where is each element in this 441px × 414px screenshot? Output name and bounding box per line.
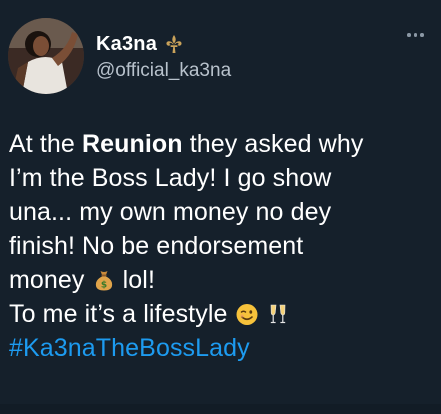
tweet-line-1: At the Reunion they asked why bbox=[9, 130, 364, 158]
tweet-card: Ka3na @official_ka3na At the Reunion the… bbox=[0, 0, 441, 414]
hashtag-link[interactable]: #Ka3naTheBossLady bbox=[9, 331, 434, 365]
svg-text:$: $ bbox=[100, 281, 106, 291]
name-row: Ka3na bbox=[96, 32, 184, 56]
tweet-line-2: I’m the Boss Lady! I go show bbox=[9, 164, 332, 192]
avatar-photo bbox=[8, 18, 84, 94]
money-bag-emoji: $ bbox=[92, 267, 116, 291]
divider bbox=[0, 404, 441, 414]
clinking-glasses-emoji bbox=[266, 301, 290, 325]
display-name[interactable]: Ka3na bbox=[96, 32, 157, 56]
avatar[interactable] bbox=[8, 18, 84, 94]
tweet-text: At the Reunion they asked why I’m the Bo… bbox=[9, 127, 434, 365]
tweet-line-5: money $ lol! bbox=[9, 266, 155, 294]
tweet-line-6: To me it’s a lifestyle bbox=[9, 297, 434, 331]
fleur-de-lis-icon bbox=[164, 34, 184, 54]
winking-face-emoji bbox=[235, 301, 259, 325]
tweet-line-3: una... my own money no dey bbox=[9, 198, 332, 226]
user-handle[interactable]: @official_ka3na bbox=[96, 60, 231, 82]
bold-reunion: Reunion bbox=[81, 130, 183, 158]
more-options-icon[interactable] bbox=[407, 30, 429, 40]
tweet-line-4: finish! No be endorsement bbox=[9, 232, 304, 260]
